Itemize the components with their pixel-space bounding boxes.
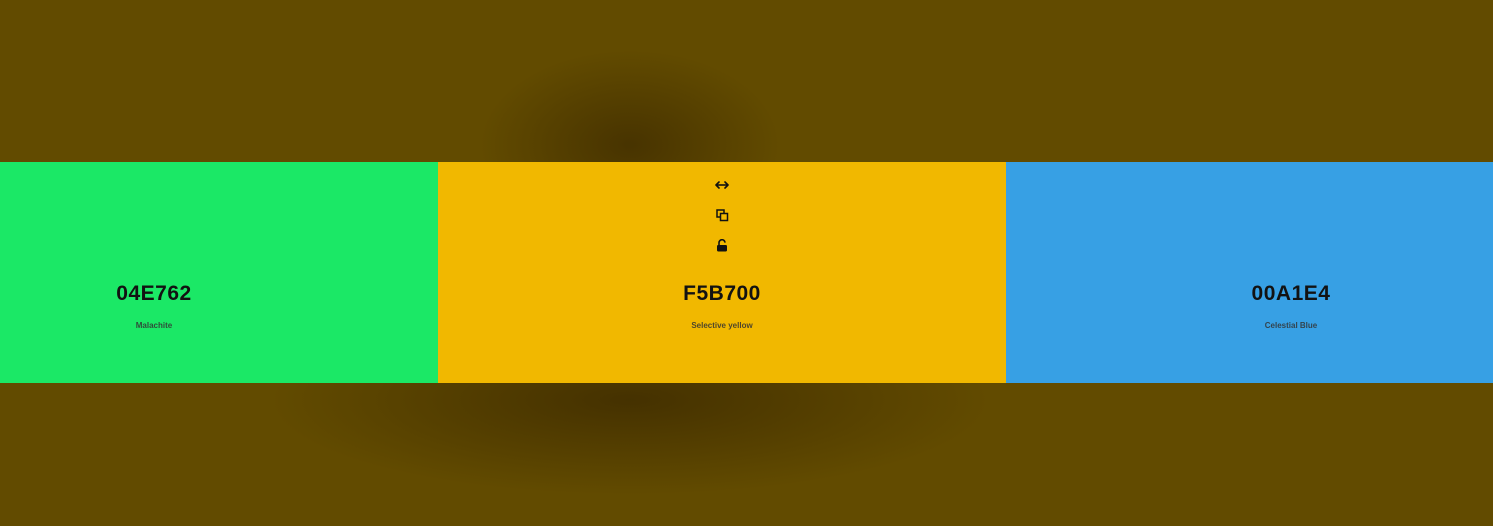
swatch-celestial-blue[interactable]: 00A1E4 Celestial Blue (1006, 162, 1493, 383)
swatch-toolbar (438, 175, 1006, 265)
swatch-hex-code[interactable]: 00A1E4 (1250, 282, 1332, 306)
copy-icon[interactable] (712, 205, 732, 225)
swatch-color-name: Malachite (135, 321, 173, 330)
swatch-hex-code[interactable]: 04E762 (114, 282, 194, 306)
swatch-selective-yellow[interactable]: F5B700 Selective yellow (438, 162, 1006, 383)
color-palette: 04E762 Malachite F5B700 Selective yellow… (0, 162, 1493, 383)
swatch-hex-code[interactable]: F5B700 (438, 282, 1006, 306)
swatch-color-name: Selective yellow (691, 321, 753, 330)
swatch-color-name: Celestial Blue (1264, 321, 1318, 330)
drag-horizontal-icon[interactable] (712, 175, 732, 195)
swatch-malachite[interactable]: 04E762 Malachite (0, 162, 438, 383)
unlock-icon[interactable] (712, 235, 732, 255)
